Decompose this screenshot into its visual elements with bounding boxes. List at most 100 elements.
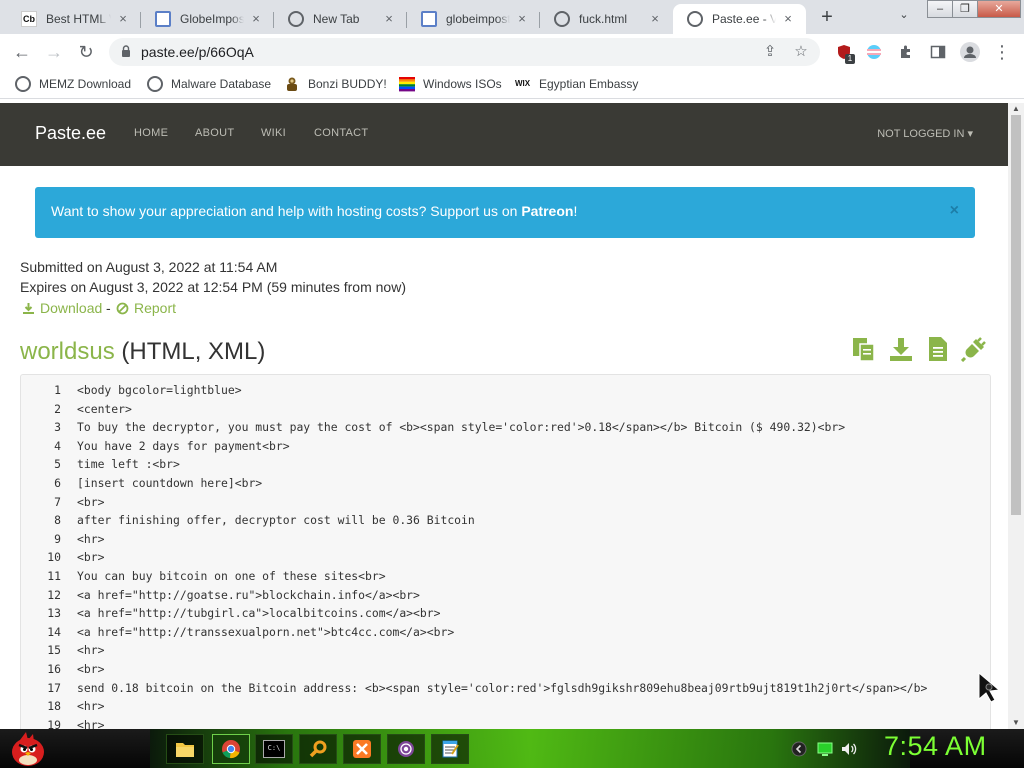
- close-tab-icon[interactable]: ×: [780, 11, 796, 27]
- raw-document-icon[interactable]: [925, 336, 951, 362]
- taskbar-notepad[interactable]: [431, 734, 469, 764]
- download-link[interactable]: Download: [22, 300, 102, 316]
- banner-text: Want to show your appreciation and help …: [51, 203, 577, 219]
- browser-tab[interactable]: GlobeImposter ×: [141, 4, 274, 34]
- bookmark-bonzi-buddy[interactable]: Bonzi BUDDY!: [284, 76, 387, 92]
- bookmark-egyptian-embassy[interactable]: WIX Egyptian Embassy: [515, 76, 638, 92]
- code-line: 7 <br>: [21, 495, 104, 513]
- report-link[interactable]: Report: [116, 300, 176, 316]
- start-angry-bird-icon[interactable]: [8, 730, 48, 768]
- download-paste-icon[interactable]: [888, 336, 914, 362]
- nav-home[interactable]: HOME: [134, 127, 168, 139]
- bookmark-memz[interactable]: MEMZ Download: [15, 76, 131, 92]
- tab-search-button[interactable]: ⌄: [895, 8, 913, 26]
- nav-about[interactable]: ABOUT: [195, 127, 234, 139]
- close-window-button[interactable]: ✕: [977, 0, 1021, 18]
- browser-tab[interactable]: Cb Best HTML Viewer ×: [7, 4, 141, 34]
- line-number: 7: [54, 494, 61, 509]
- code-line: 1 <body bgcolor=lightblue>: [21, 383, 241, 401]
- taskbar-xampp[interactable]: [343, 734, 381, 764]
- page-scrollbar[interactable]: ▲ ▼: [1008, 103, 1024, 729]
- taskbar: C:\ 7:54 AM: [0, 729, 1024, 768]
- bookmarks-bar: MEMZ Download Malware Database Bonzi BUD…: [0, 70, 1024, 99]
- minimize-button[interactable]: –: [927, 0, 953, 18]
- globe-favicon-icon: [554, 11, 570, 27]
- bookmark-windows-isos[interactable]: Windows ISOs: [399, 76, 502, 92]
- new-tab-button[interactable]: +: [816, 6, 838, 28]
- code-line: 19 <hr>: [21, 718, 104, 729]
- close-tab-icon[interactable]: ×: [248, 11, 264, 27]
- tray-chevron-icon[interactable]: [791, 741, 807, 757]
- taskbar-command-prompt[interactable]: C:\: [255, 734, 293, 764]
- line-number: 6: [54, 476, 61, 490]
- code-line: 18 <hr>: [21, 699, 104, 717]
- bookmark-malware-database[interactable]: Malware Database: [147, 76, 271, 92]
- tab-title: Paste.ee - View: [712, 12, 776, 26]
- puzzle-extensions-icon[interactable]: [898, 44, 914, 60]
- address-bar[interactable]: paste.ee/p/66OqA ⇪ ☆: [109, 38, 820, 66]
- browser-menu-button[interactable]: ⋮: [990, 40, 1014, 64]
- line-number: 3: [54, 420, 61, 435]
- network-monitor-icon[interactable]: [817, 741, 833, 757]
- line-number: 19: [47, 717, 61, 729]
- browser-tab[interactable]: New Tab ×: [274, 4, 407, 34]
- download-label: Download: [40, 300, 103, 316]
- tab-title: globeimposter: [446, 12, 510, 26]
- side-panel-icon[interactable]: [930, 44, 946, 60]
- restore-button[interactable]: ❐: [952, 0, 978, 18]
- line-number: 15: [47, 643, 61, 658]
- cb-favicon-icon: Cb: [21, 11, 37, 27]
- url-text[interactable]: paste.ee/p/66OqA: [141, 44, 254, 60]
- browser-tab[interactable]: Paste.ee - View ×: [673, 4, 806, 34]
- taskbar-tor-browser[interactable]: [387, 734, 425, 764]
- browser-tab[interactable]: globeimposter ×: [407, 4, 540, 34]
- code-line: 17 send 0.18 bitcoin on the Bitcoin addre…: [21, 681, 927, 699]
- nav-contact[interactable]: CONTACT: [314, 127, 368, 139]
- profile-avatar-icon[interactable]: [960, 42, 980, 62]
- paste-favicon-icon: [421, 11, 437, 27]
- taskbar-clock[interactable]: 7:54 AM: [884, 731, 987, 762]
- tab-title: GlobeImposter: [180, 12, 244, 26]
- download-icon: [23, 303, 34, 314]
- taskbar-search[interactable]: [299, 734, 337, 764]
- reload-button[interactable]: ↻: [74, 40, 98, 64]
- close-tab-icon[interactable]: ×: [514, 11, 530, 27]
- page-viewport: Paste.ee HOME ABOUT WIKI CONTACT NOT LOG…: [0, 103, 1008, 729]
- embed-plug-icon[interactable]: [961, 336, 987, 362]
- volume-icon[interactable]: [841, 741, 857, 757]
- line-text: <hr>: [77, 717, 105, 729]
- paste-language: (HTML, XML): [121, 338, 266, 365]
- bookmark-label: Windows ISOs: [423, 77, 502, 91]
- patreon-link[interactable]: Patreon: [521, 203, 573, 219]
- close-tab-icon[interactable]: ×: [381, 11, 397, 27]
- code-line: 12 <a href="http://goatse.ru">blockchain.…: [21, 588, 420, 606]
- rainbow-flag-icon: [399, 77, 415, 92]
- back-button[interactable]: ←: [10, 40, 34, 64]
- trans-flag-extension-icon[interactable]: [866, 44, 882, 60]
- line-text: <hr>: [77, 643, 105, 658]
- taskbar-chrome[interactable]: [212, 734, 250, 764]
- taskbar-file-explorer[interactable]: [166, 734, 204, 764]
- close-tab-icon[interactable]: ×: [647, 11, 663, 27]
- paste-title: worldsus (HTML, XML): [20, 338, 265, 366]
- nav-wiki[interactable]: WIKI: [261, 127, 286, 139]
- patreon-banner: Want to show your appreciation and help …: [35, 187, 975, 238]
- line-text: To buy the decryptor, you must pay the c…: [77, 420, 846, 435]
- line-text: You have 2 days for payment<br>: [77, 438, 290, 453]
- browser-toolbar: ← → ↻ paste.ee/p/66OqA ⇪ ☆ 1 ⋮: [0, 34, 1024, 70]
- bookmark-star-icon[interactable]: ☆: [792, 43, 810, 61]
- login-dropdown[interactable]: NOT LOGGED IN ▾: [877, 127, 973, 140]
- scroll-thumb[interactable]: [1011, 115, 1021, 515]
- copy-icon[interactable]: [851, 336, 877, 362]
- banner-close-button[interactable]: ×: [950, 202, 959, 220]
- scroll-down-arrow-icon[interactable]: ▼: [1008, 717, 1024, 729]
- browser-tab[interactable]: fuck.html ×: [540, 4, 673, 34]
- code-line: 13 <a href="http://tubgirl.ca">localbitco…: [21, 606, 440, 624]
- scroll-up-arrow-icon[interactable]: ▲: [1008, 103, 1024, 115]
- lock-icon[interactable]: [121, 45, 131, 57]
- share-icon[interactable]: ⇪: [761, 43, 779, 61]
- forward-button[interactable]: →: [42, 40, 66, 64]
- close-tab-icon[interactable]: ×: [115, 11, 131, 27]
- site-brand[interactable]: Paste.ee: [35, 123, 106, 144]
- report-label: Report: [134, 300, 177, 316]
